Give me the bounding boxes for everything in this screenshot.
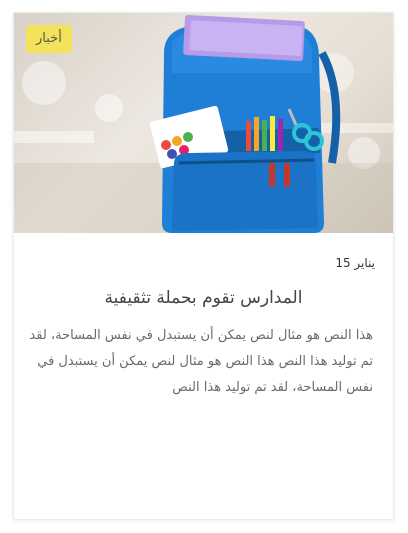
post-excerpt: هذا النص هو مثال لنص يمكن أن يستبدل في ن… [29,328,373,395]
category-badge[interactable]: أخبار [26,25,72,53]
post-date: يناير 15 [335,256,375,270]
post-image[interactable]: أخبار [14,13,393,233]
post-card[interactable]: أخبار يناير 15 المدارس تقوم بحملة تثقيفي… [13,12,394,520]
post-title[interactable]: المدارس تقوم بحملة تثقيفية [14,288,393,308]
